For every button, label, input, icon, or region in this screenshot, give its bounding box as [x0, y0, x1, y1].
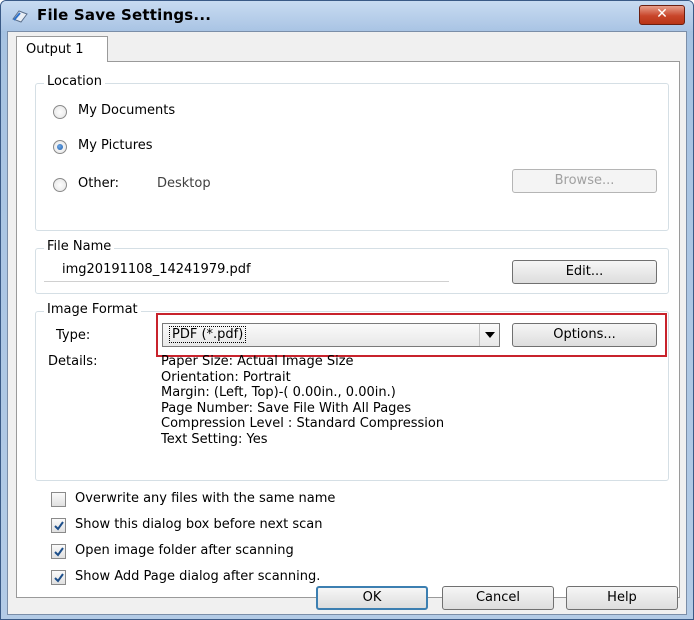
checkmark-icon [54, 573, 64, 583]
radio-my-documents[interactable] [53, 105, 67, 119]
highlight-box [156, 313, 667, 357]
open-folder-checkbox-label[interactable]: Open image folder after scanning [75, 543, 294, 558]
window-title: File Save Settings... [37, 6, 212, 24]
cancel-button[interactable]: Cancel [442, 586, 554, 610]
dialog-client-area: Output 1 Location My Documents My Pictur… [7, 31, 687, 615]
file-save-settings-window: File Save Settings... ✕ Output 1 Locatio… [0, 0, 694, 620]
radio-other[interactable] [53, 178, 67, 192]
image-format-group: Image Format Type: PDF (*.pdf) Options..… [35, 302, 669, 481]
radio-my-pictures[interactable] [53, 140, 67, 154]
file-name-group-title: File Name [44, 239, 115, 254]
details-label: Details: [48, 354, 98, 369]
detail-compression: Compression Level : Standard Compression [161, 416, 445, 431]
type-label: Type: [56, 328, 91, 343]
tab-panel: Location My Documents My Pictures Other:… [16, 61, 680, 598]
detail-page-number: Page Number: Save File With All Pages [161, 400, 412, 416]
overwrite-checkbox-label[interactable]: Overwrite any files with the same name [75, 491, 335, 506]
detail-orientation: Orientation: Portrait [161, 369, 291, 385]
help-button-label: Help [607, 590, 637, 605]
detail-paper-size: Paper Size: Actual Image Size [161, 354, 354, 369]
add-page-checkbox[interactable] [51, 570, 66, 585]
detail-margin: Margin: (Left, Top)-( 0.00in., 0.00in.) [161, 385, 396, 400]
location-group: Location My Documents My Pictures Other:… [35, 74, 669, 231]
other-location-value: Desktop [157, 176, 211, 191]
radio-my-pictures-label[interactable]: My Pictures [78, 138, 153, 153]
ok-button[interactable]: OK [316, 586, 428, 610]
radio-other-label[interactable]: Other: [78, 176, 119, 191]
file-name-field: img20191108_14241979.pdf [44, 260, 449, 282]
cancel-button-label: Cancel [475, 590, 521, 605]
edit-button-label: Edit... [565, 264, 604, 279]
show-dialog-checkbox[interactable] [51, 518, 66, 533]
title-bar[interactable]: File Save Settings... ✕ [1, 1, 693, 31]
location-group-title: Location [44, 74, 105, 89]
add-page-checkbox-label[interactable]: Show Add Page dialog after scanning. [75, 569, 320, 584]
radio-my-documents-label[interactable]: My Documents [78, 103, 175, 118]
browse-button-label: Browse... [554, 173, 615, 188]
open-folder-checkbox[interactable] [51, 544, 66, 559]
scanner-app-icon [12, 10, 28, 23]
file-name-group: File Name img20191108_14241979.pdf Edit.… [35, 239, 669, 294]
help-button[interactable]: Help [566, 586, 678, 610]
detail-text-setting: Text Setting: Yes [161, 431, 268, 447]
file-name-value: img20191108_14241979.pdf [62, 262, 251, 277]
checkmark-icon [54, 547, 64, 557]
edit-button[interactable]: Edit... [512, 260, 657, 284]
ok-button-label: OK [362, 590, 382, 605]
show-dialog-checkbox-label[interactable]: Show this dialog box before next scan [75, 517, 323, 532]
close-button[interactable]: ✕ [639, 5, 685, 25]
tab-output-1[interactable]: Output 1 [16, 36, 108, 62]
image-format-group-title: Image Format [44, 302, 141, 317]
browse-button[interactable]: Browse... [512, 169, 657, 193]
checkmark-icon [54, 521, 64, 531]
overwrite-checkbox[interactable] [51, 492, 66, 507]
details-list: Paper Size: Actual Image Size Orientatio… [161, 354, 444, 447]
